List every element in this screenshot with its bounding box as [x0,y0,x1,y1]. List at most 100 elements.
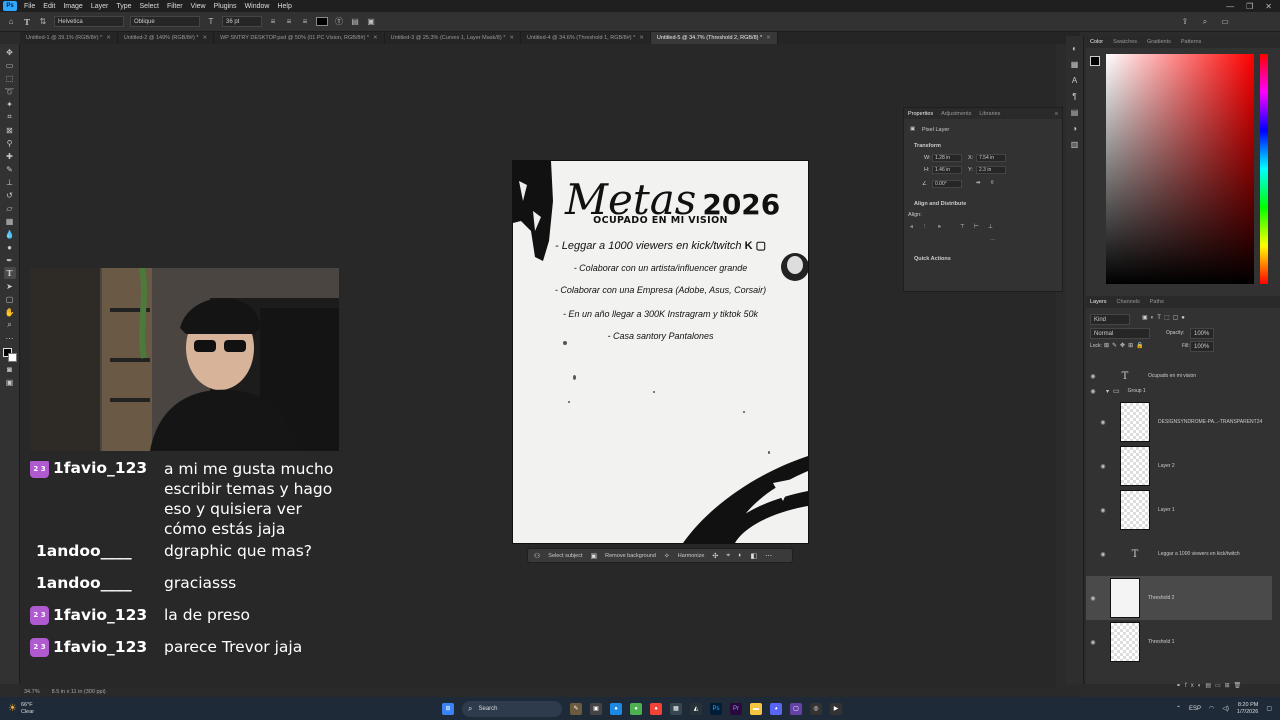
align-left-icon[interactable]: ⫷ [910,224,913,231]
harmonize-button[interactable]: Harmonize [678,553,705,559]
visibility-eye-icon[interactable]: ◉ [1096,507,1110,514]
visibility-eye-icon[interactable]: ◉ [1086,388,1100,395]
media-player-icon[interactable]: ▶ [830,702,842,715]
width-field[interactable]: 1.28 in [932,154,962,162]
more-options-icon[interactable]: ⋯ [765,552,772,560]
dodge-tool-icon[interactable]: ● [4,241,16,253]
photoshop-taskbar-icon[interactable]: Ps [710,702,722,715]
weather-widget[interactable]: ☀ 66°F Clear [0,702,120,716]
menu-view[interactable]: View [187,3,210,10]
eyedropper-icon[interactable]: ⚲ [4,137,16,149]
close-tab-icon[interactable]: ✕ [202,35,207,41]
paragraph-panel-icon[interactable]: ¶ [1069,90,1081,102]
mask-icon[interactable]: ◐ [738,552,742,559]
align-vcenter-icon[interactable]: ⊢ [974,224,979,230]
close-tab-icon[interactable]: ✕ [639,35,644,41]
clock[interactable]: 8:20 PM 1/7/2026 [1237,702,1258,716]
layer-kind-filter[interactable]: Kind [1090,314,1130,325]
adjustments-panel-icon[interactable]: ◑ [1069,122,1081,134]
crop-tool-icon[interactable]: ⌗ [4,111,16,123]
twitch-icon[interactable]: ▢ [790,702,802,715]
angle-field[interactable]: 0.00° [932,180,962,188]
task-view-icon[interactable]: ▣ [590,702,602,715]
flip-horizontal-icon[interactable]: ⇹ [976,180,981,186]
character-panel-icon[interactable]: ▤ [350,17,360,27]
gradient-tool-icon[interactable]: ▦ [4,215,16,227]
flip-vertical-icon[interactable]: ⇳ [990,180,995,186]
hand-tool-icon[interactable]: ✋ [4,306,16,318]
tab-properties[interactable]: Properties [908,111,933,117]
font-family-select[interactable]: Helvetica [54,16,124,27]
file-explorer-icon[interactable]: ▬ [750,702,762,715]
layer-row[interactable]: ◉ DESIGNSYNDROME-PA...-TRANSPARENT24 [1086,400,1272,444]
fill-field[interactable]: 100% [1190,341,1214,352]
share-icon[interactable]: ⇪ [1180,17,1190,27]
layer-filter-icons[interactable]: ▣◐T⬚▢● [1142,314,1188,321]
brush-tool-icon[interactable]: ✎ [4,163,16,175]
layer-actions-icons[interactable]: ⚭fx◐▤▭⊞🗑 [1176,682,1245,689]
quick-mask-icon[interactable]: ◙ [4,363,16,375]
home-icon[interactable]: ⌂ [6,17,16,27]
tab-adjustments[interactable]: Adjustments [941,111,971,117]
input-language[interactable]: ESP [1189,706,1201,712]
magic-wand-icon[interactable]: ✦ [4,98,16,110]
tab-untitled-3[interactable]: Untitled-3 @ 25.3% (Curves 1, Layer Mask… [385,32,521,44]
search-highlight-icon[interactable]: ✎ [570,702,582,715]
tab-color[interactable]: Color [1090,39,1103,45]
type-tool-icon[interactable]: T [3,267,16,279]
tab-wp-sntry-desktop[interactable]: WP SNTRY DESKTOP.psd @ 50% (01 PC Vision… [214,32,385,44]
restore-icon[interactable]: ❐ [1246,2,1253,11]
transform-icon[interactable]: ⌖ [726,552,730,560]
adjust-icon[interactable]: ◧ [750,552,757,560]
text-color-swatch[interactable] [316,17,328,26]
tab-libraries[interactable]: Libraries [979,111,1000,117]
tab-untitled-5[interactable]: Untitled-5 @ 34.7% (Threshold 2, RGB/8) … [650,32,778,44]
menu-select[interactable]: Select [136,3,163,10]
align-right-icon[interactable]: ⫸ [938,224,941,231]
quick-actions-section[interactable]: Quick Actions [914,256,951,262]
tab-untitled-1[interactable]: Untitled-1 @ 39.1% (RGB/8#) * ✕ [20,32,118,44]
menu-plugins[interactable]: Plugins [210,3,241,10]
group-expand-icon[interactable]: ▾ [1106,388,1109,395]
menu-type[interactable]: Type [112,3,135,10]
calculator-icon[interactable]: ▦ [670,702,682,715]
swatches-panel-icon[interactable]: ▦ [1069,58,1081,70]
font-size-select[interactable]: 36 pt [222,16,262,27]
healing-brush-icon[interactable]: ✚ [4,150,16,162]
x-field[interactable]: 7.54 in [976,154,1006,162]
artboard-tool-icon[interactable]: ▭ [4,59,16,71]
chrome-profile-icon[interactable]: ● [630,702,642,715]
visibility-eye-icon[interactable]: ◉ [1086,595,1100,602]
menu-image[interactable]: Image [59,3,86,10]
select-subject-button[interactable]: Select subject [548,553,582,559]
align-top-icon[interactable]: ⊤ [960,224,965,230]
obs-icon[interactable]: ◎ [810,702,822,715]
height-field[interactable]: 1.46 in [932,166,962,174]
type-tool-icon[interactable]: T [22,17,32,27]
marquee-tool-icon[interactable]: ⬚ [4,72,16,84]
remove-background-button[interactable]: Remove background [605,553,656,559]
layer-row[interactable]: ◉ Threshold 1 [1086,620,1272,664]
path-selection-icon[interactable]: ➤ [4,280,16,292]
search-icon[interactable]: ⌕ [1200,17,1210,27]
blend-mode-select[interactable]: Normal [1090,328,1150,339]
more-tools-icon[interactable]: ⋯ [4,332,16,344]
close-icon[interactable]: ✕ [1265,2,1272,11]
font-style-select[interactable]: Oblique [130,16,200,27]
align-section[interactable]: Align and Distribute [914,201,966,207]
background-color[interactable] [7,353,17,362]
menu-help[interactable]: Help [273,3,295,10]
blur-tool-icon[interactable]: 💧 [4,228,16,240]
generative-icon[interactable]: ✣ [712,552,718,560]
more-align-icon[interactable]: ⋯ [990,238,996,244]
lasso-tool-icon[interactable]: ➰ [4,85,16,97]
visibility-eye-icon[interactable]: ◉ [1096,419,1110,426]
layer-row[interactable]: ◉ ▾ ▭ Group 1 [1086,384,1272,398]
layer-row[interactable]: ◉ Layer 2 [1086,444,1272,488]
frame-tool-icon[interactable]: ⊠ [4,124,16,136]
tab-channels[interactable]: Channels [1117,299,1140,305]
align-right-icon[interactable]: ≡ [300,17,310,27]
transform-section[interactable]: Transform [914,143,941,149]
tab-layers[interactable]: Layers [1090,299,1107,305]
history-brush-icon[interactable]: ↺ [4,189,16,201]
